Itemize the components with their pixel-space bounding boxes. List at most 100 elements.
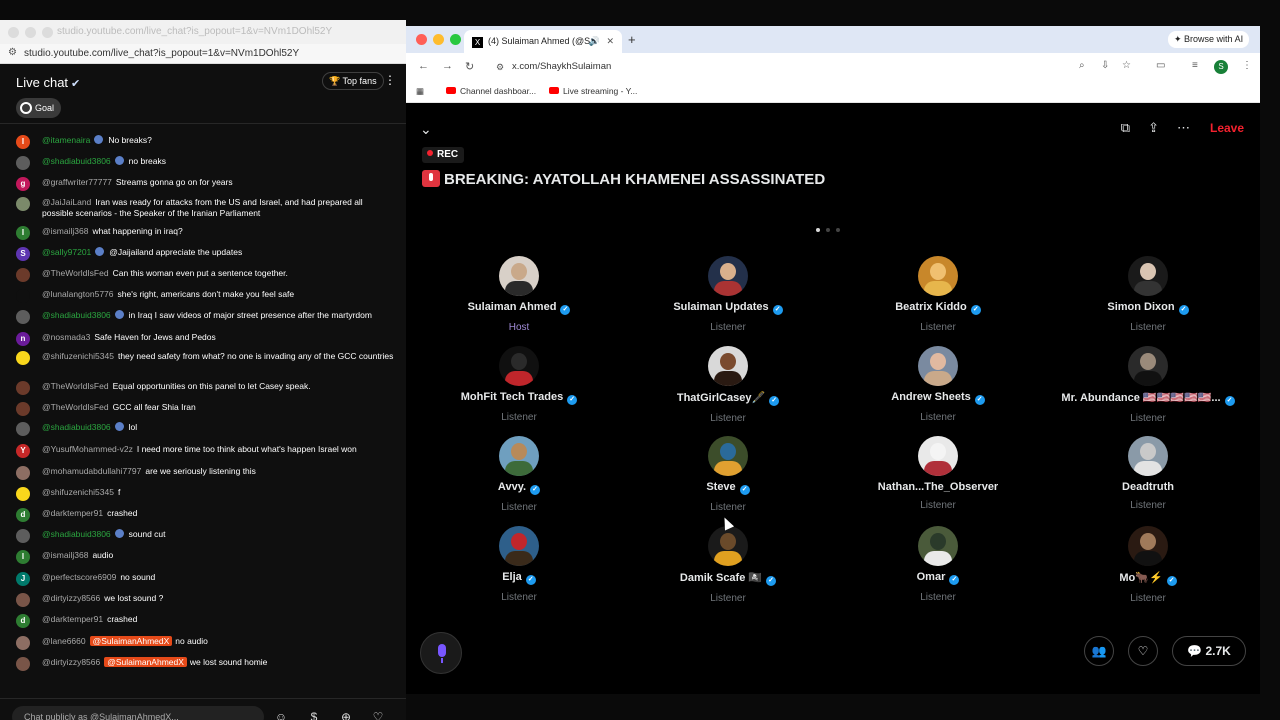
- chat-message[interactable]: @JaiJaiLand Iran was ready for attacks fr…: [16, 197, 396, 219]
- close-window-button[interactable]: [8, 27, 19, 38]
- site-info-icon[interactable]: ⚙: [496, 57, 504, 77]
- top-fans-button[interactable]: 🏆 Top fans: [322, 72, 384, 90]
- chat-message[interactable]: g @graffwriter77777 Streams gonna go on fo…: [16, 177, 396, 191]
- participant-avatar[interactable]: [708, 256, 748, 296]
- install-app-icon[interactable]: ⇩: [1101, 60, 1109, 71]
- author-avatar[interactable]: d: [16, 614, 30, 628]
- participant-avatar[interactable]: [918, 346, 958, 386]
- leave-button[interactable]: Leave: [1210, 121, 1244, 135]
- author-avatar[interactable]: [16, 310, 30, 324]
- author-avatar[interactable]: [16, 381, 30, 395]
- browser-tab[interactable]: X (4) Sulaiman Ahmed (@S 🔊 ✕: [464, 30, 622, 53]
- address-bar[interactable]: ⚙ x.com/ShaykhSulaiman: [490, 57, 1140, 77]
- chat-message[interactable]: I @itamenaira No breaks?: [16, 135, 396, 149]
- react-heart-icon[interactable]: ♡: [1128, 636, 1158, 666]
- reload-icon[interactable]: ↻: [465, 60, 474, 73]
- author-name[interactable]: @graffwriter77777: [42, 177, 112, 187]
- author-name[interactable]: @shadiabuid3806: [42, 310, 111, 320]
- maximize-window-button[interactable]: [450, 34, 461, 45]
- chat-title[interactable]: Live chat ✔: [16, 75, 80, 90]
- participant-card[interactable]: Andrew Sheets ✓ Listener: [838, 346, 1038, 423]
- participant-avatar[interactable]: [708, 436, 748, 476]
- reading-mode-icon[interactable]: ▭: [1156, 60, 1165, 71]
- minimize-window-button[interactable]: [433, 34, 444, 45]
- chat-message[interactable]: Y @YusufMohammed-v2z I need more time too …: [16, 444, 396, 458]
- author-name[interactable]: @JaiJaiLand: [42, 197, 91, 207]
- chat-message[interactable]: d @darktemper91 crashed: [16, 508, 396, 522]
- author-avatar[interactable]: [16, 351, 30, 365]
- author-name[interactable]: @perfectscore6909: [42, 572, 116, 582]
- chat-message[interactable]: @dirtyizzy8566 @SulaimanAhmedX we lost sou…: [16, 657, 396, 671]
- chat-message[interactable]: @mohamudabdullahi7797 are we seriously li…: [16, 466, 396, 480]
- chat-message[interactable]: @dirtyizzy8566 we lost sound ?: [16, 593, 396, 607]
- add-icon[interactable]: ⊕: [337, 708, 355, 720]
- participant-avatar[interactable]: [499, 256, 539, 296]
- author-name[interactable]: @TheWorldIsFed: [42, 402, 109, 412]
- author-name[interactable]: @lunalangton5776: [42, 289, 114, 299]
- author-name[interactable]: @shadiabuid3806: [42, 422, 111, 432]
- participant-card[interactable]: Simon Dixon ✓ Listener: [1048, 256, 1248, 333]
- author-name[interactable]: @ismailj368: [42, 226, 88, 236]
- chat-message[interactable]: n @nosmada3 Safe Haven for Jews and Pedos: [16, 332, 396, 346]
- participant-card[interactable]: Beatrix Kiddo ✓ Listener: [838, 256, 1038, 333]
- author-avatar[interactable]: Y: [16, 444, 30, 458]
- author-avatar[interactable]: [16, 466, 30, 480]
- back-icon[interactable]: ←: [418, 60, 429, 72]
- bookmark-channel-dashboard[interactable]: Channel dashboar...: [446, 86, 536, 96]
- browser-menu-icon[interactable]: ⋮: [1242, 60, 1252, 71]
- zoom-icon[interactable]: ⌕: [1079, 60, 1085, 71]
- site-settings-icon[interactable]: ⚙: [8, 47, 17, 58]
- participant-card[interactable]: Deadtruth Listener: [1048, 436, 1248, 511]
- chat-message[interactable]: @shifuzenichi5345 they need safety from w…: [16, 351, 396, 365]
- chat-message[interactable]: @shifuzenichi5345 f: [16, 487, 396, 501]
- close-window-button[interactable]: [416, 34, 427, 45]
- chat-message[interactable]: I @ismailj368 what happening in iraq?: [16, 226, 396, 240]
- participant-avatar[interactable]: [708, 526, 748, 566]
- author-avatar[interactable]: [16, 422, 30, 436]
- author-avatar[interactable]: [16, 593, 30, 607]
- close-tab-icon[interactable]: ✕: [606, 30, 614, 53]
- chat-message-list[interactable]: I @itamenaira No breaks? @shadiabuid3806 no …: [0, 124, 406, 698]
- participant-avatar[interactable]: [499, 526, 539, 566]
- author-name[interactable]: @shadiabuid3806: [42, 156, 111, 166]
- participant-avatar[interactable]: [918, 256, 958, 296]
- author-name[interactable]: @darktemper91: [42, 614, 103, 624]
- author-name[interactable]: @shifuzenichi5345: [42, 487, 114, 497]
- author-name[interactable]: @dirtyizzy8566: [42, 593, 100, 603]
- participant-avatar[interactable]: [1128, 256, 1168, 296]
- participant-avatar[interactable]: [918, 526, 958, 566]
- author-avatar[interactable]: [16, 529, 30, 543]
- people-icon[interactable]: 👥: [1084, 636, 1114, 666]
- tab-search-icon[interactable]: ≡: [1192, 60, 1198, 71]
- participant-card[interactable]: Steve ✓ Listener: [628, 436, 828, 513]
- chat-message[interactable]: @lunalangton5776 she's right, americans d…: [16, 289, 396, 303]
- author-name[interactable]: @TheWorldIsFed: [42, 268, 109, 278]
- author-name[interactable]: @shifuzenichi5345: [42, 351, 114, 361]
- profile-avatar[interactable]: S: [1214, 60, 1228, 74]
- page-dot[interactable]: [826, 228, 830, 232]
- author-avatar[interactable]: I: [16, 226, 30, 240]
- chat-message[interactable]: @TheWorldIsFed Equal opportunities on thi…: [16, 381, 396, 395]
- author-avatar[interactable]: [16, 487, 30, 501]
- author-name[interactable]: @nosmada3: [42, 332, 90, 342]
- chat-message[interactable]: @TheWorldIsFed Can this woman even put a …: [16, 268, 396, 282]
- chat-message[interactable]: @shadiabuid3806 sound cut: [16, 529, 396, 543]
- chat-input[interactable]: Chat publicly as @SulaimanAhmedX...: [12, 706, 264, 720]
- author-avatar[interactable]: [16, 197, 30, 211]
- author-avatar[interactable]: d: [16, 508, 30, 522]
- minimize-window-button[interactable]: [25, 27, 36, 38]
- author-avatar[interactable]: I: [16, 135, 30, 149]
- bookmark-star-icon[interactable]: ☆: [1122, 60, 1131, 71]
- participant-avatar[interactable]: [1128, 526, 1168, 566]
- author-name[interactable]: @shadiabuid3806: [42, 529, 111, 539]
- participant-card[interactable]: ThatGirlCasey🖋️ ✓ Listener: [628, 346, 828, 424]
- collapse-chevron-icon[interactable]: ⌄: [420, 121, 432, 138]
- author-name[interactable]: @dirtyizzy8566: [42, 657, 100, 667]
- author-avatar[interactable]: [16, 268, 30, 282]
- page-indicator[interactable]: [816, 228, 840, 232]
- author-avatar[interactable]: J: [16, 572, 30, 586]
- author-name[interactable]: @lane6660: [42, 636, 86, 646]
- chat-url-bar[interactable]: ⚙ studio.youtube.com/live_chat?is_popout…: [0, 44, 406, 64]
- participant-card[interactable]: Sulaiman Updates ✓ Listener: [628, 256, 828, 333]
- participant-card[interactable]: Sulaiman Ahmed ✓ Host: [419, 256, 619, 333]
